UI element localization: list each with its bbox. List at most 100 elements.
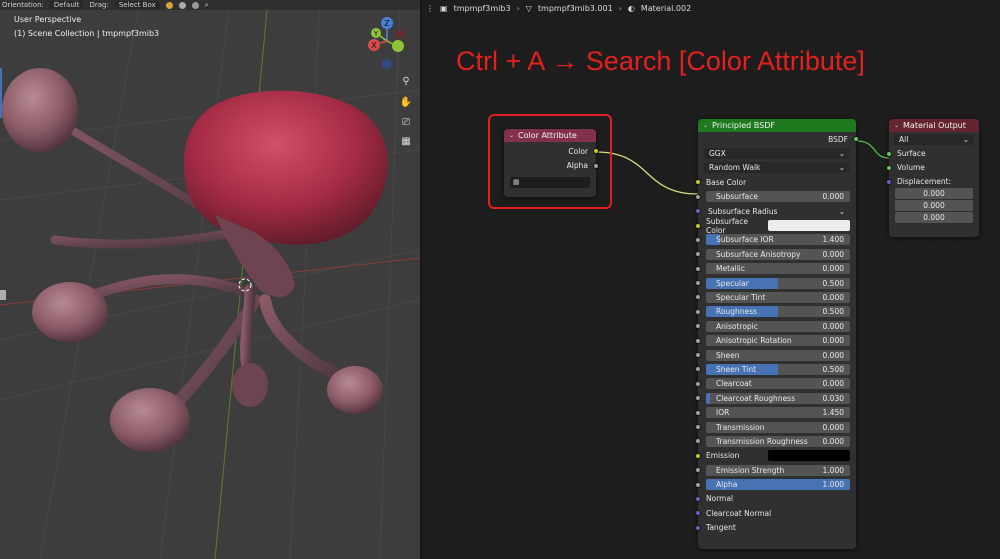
shader-node-editor[interactable]: ⋮ ▣ tmpmpf3mib3 › ▽ tmpmpf3mib3.001 › ◐ … bbox=[420, 0, 1000, 559]
attribute-icon: ▦ bbox=[513, 178, 520, 187]
color-attribute-node[interactable]: ⌄ Color Attribute Color Alpha ▦ bbox=[504, 129, 599, 197]
input-socket[interactable] bbox=[695, 222, 701, 229]
displacement-x[interactable]: 0.000 bbox=[895, 188, 973, 200]
input-socket[interactable] bbox=[695, 380, 701, 387]
field-value: 0.500 bbox=[822, 307, 844, 317]
bsdf-param-field[interactable]: Anisotropic 0.000 bbox=[706, 320, 850, 332]
input-socket[interactable] bbox=[695, 352, 701, 359]
search-icon[interactable]: ⌕ bbox=[205, 1, 209, 10]
bsdf-param-field[interactable]: Sheen 0.000 bbox=[706, 349, 850, 361]
bsdf-param-row: Anisotropic Rotation 0.000 bbox=[695, 333, 856, 347]
node-header[interactable]: ⌄ Material Output bbox=[889, 119, 979, 132]
drag-dropdown[interactable]: Select Box bbox=[114, 1, 160, 9]
surface-socket[interactable] bbox=[886, 150, 892, 157]
volume-socket[interactable] bbox=[886, 164, 892, 171]
subsurface-color-swatch[interactable] bbox=[768, 220, 850, 232]
bsdf-param-field[interactable]: Subsurface Anisotropy 0.000 bbox=[706, 248, 850, 260]
bsdf-param-row: Roughness 0.500 bbox=[695, 305, 856, 319]
orientation-dropdown[interactable]: Default bbox=[49, 1, 84, 9]
alpha-socket[interactable] bbox=[593, 162, 599, 169]
bsdf-param-row: Specular 0.500 bbox=[695, 276, 856, 290]
input-socket[interactable] bbox=[695, 193, 701, 200]
input-socket[interactable] bbox=[695, 409, 701, 416]
field-value: 0.000 bbox=[822, 264, 844, 274]
bsdf-param-field[interactable]: IOR 1.450 bbox=[706, 407, 850, 419]
field-label: Transmission bbox=[716, 422, 765, 432]
input-socket[interactable] bbox=[695, 524, 701, 531]
node-header[interactable]: ⌄ Principled BSDF bbox=[698, 119, 856, 132]
field-label: Subsurface bbox=[716, 192, 758, 202]
grid-icon[interactable]: ▦ bbox=[397, 132, 415, 150]
subsurface-method-dropdown[interactable]: Random Walk ⌄ bbox=[704, 162, 850, 174]
input-socket[interactable] bbox=[695, 510, 701, 517]
input-socket[interactable] bbox=[695, 208, 701, 215]
field-value: 0.000 bbox=[923, 189, 945, 199]
shading-material-icon[interactable] bbox=[178, 1, 186, 9]
zoom-icon[interactable]: ⚲ bbox=[397, 72, 415, 90]
field-value: 1.400 bbox=[822, 235, 844, 245]
input-socket[interactable] bbox=[695, 481, 701, 488]
input-socket[interactable] bbox=[695, 308, 701, 315]
input-socket[interactable] bbox=[695, 424, 701, 430]
bsdf-param-row: Sheen Tint 0.500 bbox=[695, 362, 856, 376]
chevron-down-icon[interactable]: ⌄ bbox=[703, 122, 708, 129]
socket-label: Clearcoat Normal bbox=[706, 508, 772, 518]
shading-solid-icon[interactable] bbox=[165, 1, 173, 9]
subsurface-radius-toggle[interactable]: Subsurface Radius ⌄ bbox=[706, 205, 850, 217]
bsdf-param-field[interactable]: Subsurface IOR 1.400 bbox=[706, 234, 850, 246]
surface-row: Surface bbox=[886, 146, 979, 160]
distribution-dropdown[interactable]: GGX ⌄ bbox=[704, 148, 850, 160]
emission-color-swatch[interactable] bbox=[768, 450, 850, 462]
bsdf-param-field[interactable]: Metallic 0.000 bbox=[706, 263, 850, 275]
node-title: Color Attribute bbox=[518, 131, 577, 140]
input-socket[interactable] bbox=[695, 337, 701, 344]
chevron-down-icon[interactable]: ⌄ bbox=[894, 122, 899, 129]
bsdf-param-field[interactable]: Transmission Roughness 0.000 bbox=[706, 435, 850, 447]
input-socket[interactable] bbox=[695, 323, 701, 330]
navigation-gizmo[interactable]: Z Y X bbox=[362, 14, 412, 74]
displacement-z[interactable]: 0.000 bbox=[895, 212, 973, 224]
input-socket[interactable] bbox=[695, 236, 701, 243]
attribute-name-field[interactable]: ▦ bbox=[510, 176, 590, 188]
input-socket[interactable] bbox=[695, 438, 701, 445]
chevron-down-icon[interactable]: ⌄ bbox=[509, 132, 514, 139]
input-socket[interactable] bbox=[695, 467, 701, 474]
field-value: 0.000 bbox=[822, 422, 844, 432]
input-socket[interactable] bbox=[695, 280, 701, 287]
base-color-socket[interactable] bbox=[695, 179, 701, 186]
input-socket[interactable] bbox=[695, 251, 701, 258]
field-value: 0.000 bbox=[822, 336, 844, 346]
input-socket[interactable] bbox=[695, 294, 701, 301]
bsdf-param-field[interactable]: Clearcoat Roughness 0.030 bbox=[706, 392, 850, 404]
3d-viewport[interactable]: Orientation: Default Drag: Select Box ⌕ … bbox=[0, 0, 420, 559]
input-socket[interactable] bbox=[695, 495, 701, 502]
shading-rendered-icon[interactable] bbox=[191, 1, 199, 9]
node-header[interactable]: ⌄ Color Attribute bbox=[504, 129, 596, 142]
emission-strength-field[interactable]: Emission Strength 1.000 bbox=[706, 464, 850, 476]
bsdf-param-field[interactable]: Sheen Tint 0.500 bbox=[706, 363, 850, 375]
input-socket[interactable] bbox=[695, 366, 701, 373]
displacement-socket[interactable] bbox=[886, 178, 892, 185]
camera-icon[interactable]: ⎚ bbox=[397, 113, 415, 131]
clearcoat-normal-row: Clearcoat Normal bbox=[695, 506, 856, 520]
bsdf-param-field[interactable]: Specular 0.500 bbox=[706, 277, 850, 289]
bsdf-param-field[interactable]: Clearcoat 0.000 bbox=[706, 378, 850, 390]
displacement-y[interactable]: 0.000 bbox=[895, 200, 973, 212]
material-output-node[interactable]: ⌄ Material Output All ⌄ Surface Volume D… bbox=[886, 119, 979, 237]
bsdf-param-field[interactable]: Roughness 0.500 bbox=[706, 306, 850, 318]
principled-bsdf-node[interactable]: ⌄ Principled BSDF BSDF GGX ⌄ Random Walk… bbox=[695, 119, 859, 549]
bsdf-param-field[interactable]: Anisotropic Rotation 0.000 bbox=[706, 335, 850, 347]
node-title: Material Output bbox=[903, 121, 966, 130]
input-socket[interactable] bbox=[695, 452, 701, 459]
bsdf-param-field[interactable]: Transmission 0.000 bbox=[706, 421, 850, 433]
input-socket[interactable] bbox=[695, 265, 701, 272]
sidebar-toggle[interactable] bbox=[0, 290, 6, 300]
alpha-field[interactable]: Alpha 1.000 bbox=[706, 479, 850, 491]
input-socket[interactable] bbox=[695, 395, 701, 402]
socket-label: Alpha bbox=[566, 161, 588, 171]
field-label: Anisotropic bbox=[716, 321, 758, 331]
target-dropdown[interactable]: All ⌄ bbox=[894, 133, 974, 145]
subsurface-field[interactable]: Subsurface 0.000 bbox=[706, 191, 850, 203]
hand-icon[interactable]: ✋ bbox=[397, 93, 415, 111]
bsdf-param-field[interactable]: Specular Tint 0.000 bbox=[706, 291, 850, 303]
